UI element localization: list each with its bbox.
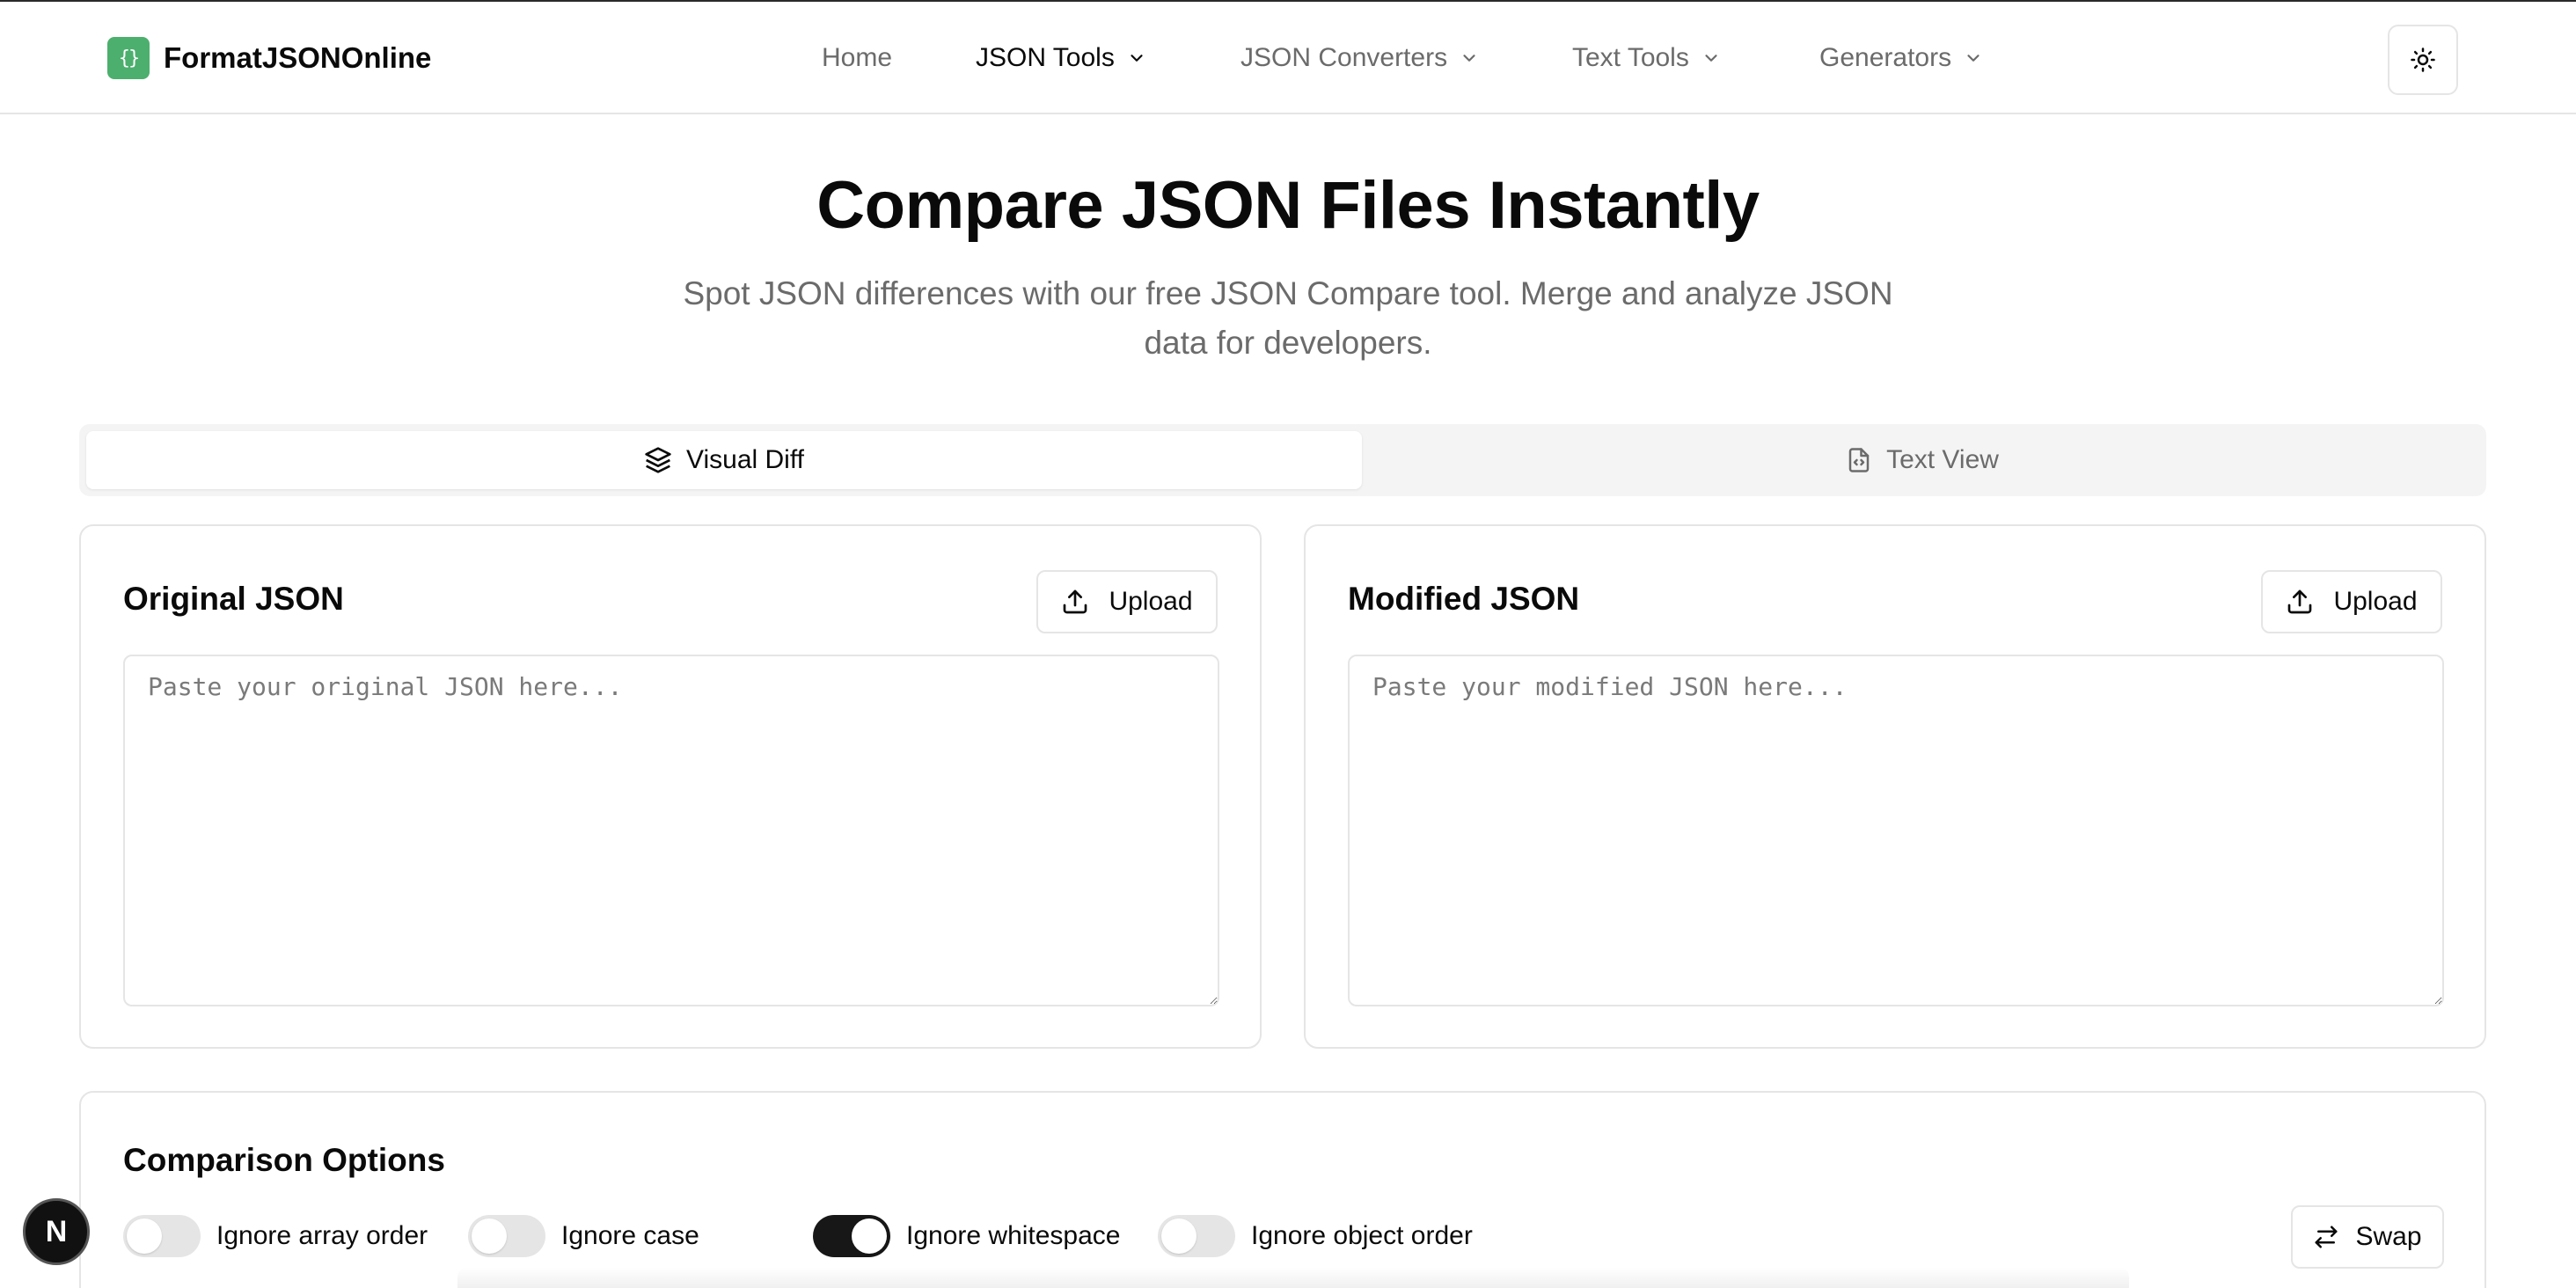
toggle-label: Ignore object order <box>1251 1221 1473 1250</box>
brand-logo[interactable]: {} FormatJSONOnline <box>107 37 431 79</box>
chevron-down-icon <box>1705 55 1717 62</box>
modified-upload-button[interactable]: Upload <box>2261 570 2442 633</box>
swap-button[interactable]: Swap <box>2291 1205 2444 1269</box>
tab-visual-diff[interactable]: Visual Diff <box>86 431 1362 489</box>
modified-json-title: Modified JSON <box>1348 581 1580 617</box>
nav-text-tools[interactable]: Text Tools <box>1572 37 1721 79</box>
upload-label: Upload <box>2333 587 2418 616</box>
switch[interactable] <box>123 1215 201 1257</box>
toggle-label: Ignore whitespace <box>906 1221 1121 1250</box>
tab-label: Text View <box>1886 445 1999 474</box>
nav-label: Text Tools <box>1572 43 1689 72</box>
page-title: Compare JSON Files Instantly <box>816 168 1760 243</box>
upload-label: Upload <box>1109 587 1193 616</box>
original-json-panel: Original JSON Upload <box>79 524 1262 1049</box>
toggle-ignore-array-order[interactable]: Ignore array order <box>123 1214 428 1258</box>
upload-icon <box>1064 589 1087 614</box>
braces-icon: {} <box>107 37 150 79</box>
view-tabs: Visual Diff Text View <box>79 424 2486 496</box>
dev-tools-badge[interactable]: N <box>23 1198 90 1265</box>
nav-label: JSON Tools <box>976 43 1115 72</box>
switch[interactable] <box>1158 1215 1235 1257</box>
nav-home[interactable]: Home <box>822 37 892 79</box>
comparison-options: Comparison Options Ignore array order Ig… <box>79 1091 2486 1288</box>
original-json-input[interactable] <box>123 655 1219 1006</box>
nav-label: Home <box>822 43 893 72</box>
comparison-options-title: Comparison Options <box>123 1142 445 1178</box>
nav-generators[interactable]: Generators <box>1819 37 1983 79</box>
upload-icon <box>2288 589 2312 614</box>
floating-bar-shadow <box>457 1267 2129 1288</box>
modified-json-panel: Modified JSON Upload <box>1304 524 2486 1049</box>
original-upload-button[interactable]: Upload <box>1036 570 1218 633</box>
layers-icon <box>645 447 671 473</box>
switch[interactable] <box>813 1215 890 1257</box>
chevron-down-icon <box>1463 55 1475 62</box>
toggle-label: Ignore case <box>561 1221 699 1250</box>
toggle-label: Ignore array order <box>216 1221 428 1250</box>
swap-icon <box>2315 1226 2338 1248</box>
tab-text-view[interactable]: Text View <box>1365 431 2479 489</box>
chevron-down-icon <box>1131 55 1143 62</box>
brand-name: FormatJSONOnline <box>164 41 432 74</box>
chevron-down-icon <box>1967 55 1980 62</box>
nav-label: JSON Converters <box>1240 43 1448 72</box>
file-code-icon <box>1848 448 1870 472</box>
nav-label: Generators <box>1819 43 1952 72</box>
modified-json-input[interactable] <box>1348 655 2444 1006</box>
nav-json-converters[interactable]: JSON Converters <box>1240 37 1479 79</box>
theme-toggle-button[interactable] <box>2388 25 2458 95</box>
toggle-ignore-case[interactable]: Ignore case <box>468 1214 699 1258</box>
toggle-ignore-whitespace[interactable]: Ignore whitespace <box>813 1214 1121 1258</box>
original-json-title: Original JSON <box>123 581 344 617</box>
page-subtitle: Spot JSON differences with our free JSON… <box>683 275 1893 361</box>
site-header: {} FormatJSONOnline Home JSON Tools JSON… <box>0 2 2576 114</box>
tab-label: Visual Diff <box>686 445 804 474</box>
sun-icon <box>2411 48 2435 72</box>
swap-label: Swap <box>2355 1222 2422 1251</box>
switch[interactable] <box>468 1215 545 1257</box>
nav-json-tools[interactable]: JSON Tools <box>976 37 1146 79</box>
toggle-ignore-object-order[interactable]: Ignore object order <box>1158 1214 1473 1258</box>
